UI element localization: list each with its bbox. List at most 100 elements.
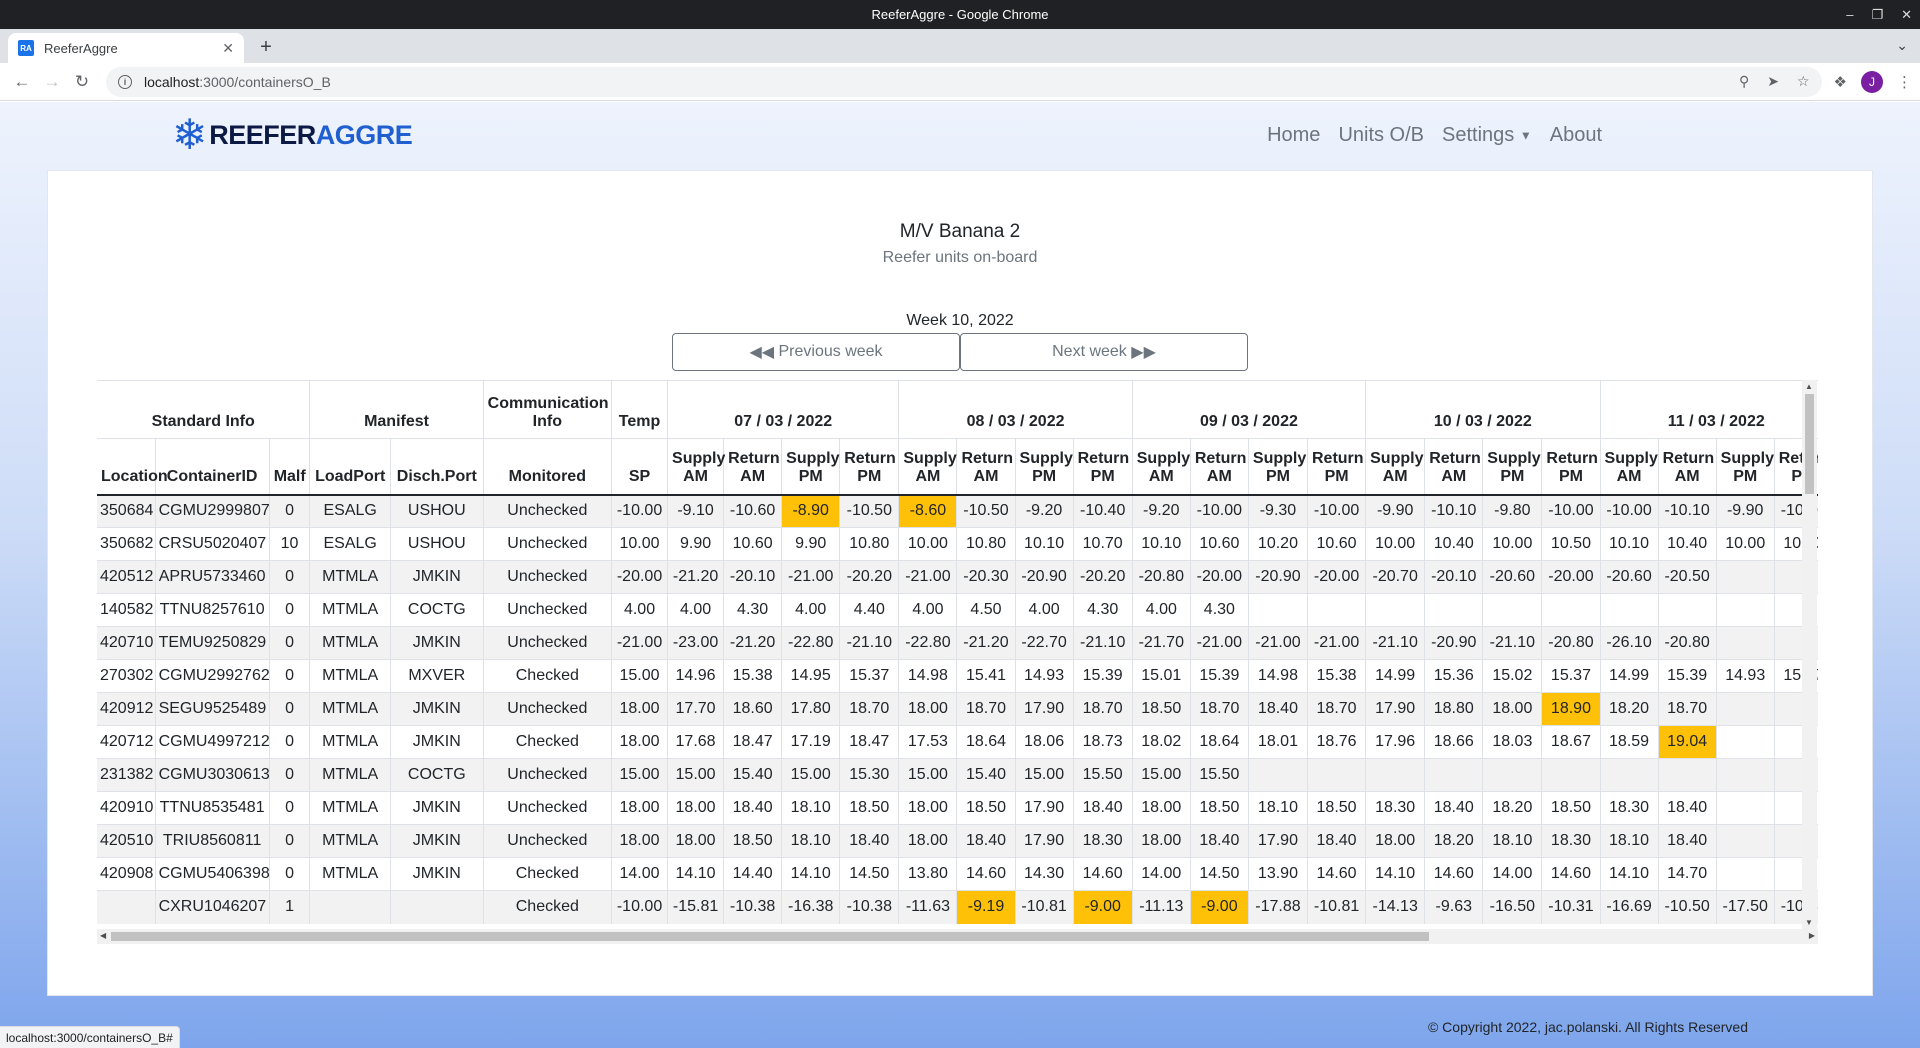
table-cell: 420510 <box>97 824 156 858</box>
profile-avatar[interactable]: J <box>1861 70 1883 93</box>
reading-header-line2: PM <box>857 467 882 485</box>
vertical-scrollbar[interactable]: ▲ ▼ <box>1802 380 1817 929</box>
back-icon[interactable]: ← <box>8 68 36 96</box>
horizontal-scrollbar[interactable]: ◀ ▶ <box>97 929 1818 944</box>
table-row[interactable]: 420712 CGMU4997212 0 MTMLA JMKIN Checked 18.00… <box>97 725 1818 759</box>
table-cell: -26.10 <box>1600 626 1659 660</box>
table-cell: -9.90 <box>1365 494 1426 528</box>
brand-part1: REEFER <box>209 119 316 150</box>
tab-close-icon[interactable]: ✕ <box>222 40 234 57</box>
reading-header-line2: PM <box>1733 467 1758 485</box>
horizontal-scroll-thumb[interactable] <box>111 932 1429 941</box>
reading-header-line2: AM <box>740 467 766 485</box>
nav-units[interactable]: Units O/B <box>1338 124 1424 147</box>
week-navigation: ◀◀ Previous week Next week ▶▶ <box>672 333 1248 371</box>
table-cell: Unchecked <box>483 626 613 660</box>
table-cell <box>1365 758 1426 792</box>
nav-settings[interactable]: Settings ▼ <box>1442 124 1532 147</box>
new-tab-icon[interactable]: + <box>252 33 280 61</box>
reading-column-header: Supply AM <box>898 438 958 496</box>
table-row[interactable]: 420710 TEMU9250829 0 MTMLA JMKIN Unchecked -21… <box>97 626 1818 660</box>
reading-column-header: Return AM <box>1190 438 1249 496</box>
next-week-button[interactable]: Next week ▶▶ <box>960 333 1248 371</box>
table-row[interactable]: CXRU1046207 1 Checked -10.00 -15.81 -10.38 -16… <box>97 890 1818 924</box>
table-cell: 18.70 <box>1307 692 1367 726</box>
table-cell: MTMLA <box>309 824 391 858</box>
reading-header-line1: Return <box>844 449 896 467</box>
browser-tab[interactable]: RA ReeferAggre ✕ <box>8 33 244 63</box>
table-row[interactable]: 231382 CGMU3030613 0 MTMLA COCTG Unchecked 15.… <box>97 758 1818 792</box>
brand-logo[interactable]: ❄ REEFERAGGRE <box>172 114 413 156</box>
reading-header-line1: Return <box>1662 449 1715 467</box>
scroll-right-icon[interactable]: ▶ <box>1809 931 1815 940</box>
send-icon[interactable]: ➤ <box>1767 73 1779 90</box>
minimize-icon[interactable]: – <box>1846 7 1853 22</box>
reading-column-header: ReturnPM <box>1307 438 1367 496</box>
table-cell: 0 <box>269 857 311 891</box>
tab-search-icon[interactable]: ⌄ <box>1896 37 1908 54</box>
scroll-up-icon[interactable]: ▲ <box>1805 382 1813 391</box>
table-row[interactable]: 420910 TTNU8535481 0 MTMLA JMKIN Unchecked 18.… <box>97 791 1818 825</box>
toolbar-right: ❖ J ⋮ <box>1834 70 1912 93</box>
nav-about[interactable]: About <box>1550 124 1602 147</box>
table-cell: -21.00 <box>1307 626 1367 660</box>
scroll-down-icon[interactable]: ▼ <box>1805 918 1813 927</box>
table-cell: -10.50 <box>956 494 1016 528</box>
table-row[interactable]: 140582 TTNU8257610 0 MTMLA COCTG Unchecked 4.0… <box>97 593 1818 627</box>
reading-header-line1: Supply <box>903 449 957 467</box>
nav-links: Home Units O/B Settings ▼ About <box>1267 124 1602 147</box>
table-cell: CRSU5020407 <box>155 527 270 561</box>
table-cell: 15.38 <box>723 659 783 693</box>
table-cell: -9.00 <box>1190 890 1249 924</box>
table-row[interactable]: 350684 CGMU2999807 0 ESALG USHOU Unchecked -10… <box>97 494 1818 528</box>
table-row[interactable]: 420510 TRIU8560811 0 MTMLA JMKIN Unchecked 18.… <box>97 824 1818 858</box>
reading-header-line2: AM <box>1148 467 1174 485</box>
reading-header-line2: AM <box>1674 467 1700 485</box>
table-row[interactable]: 420512 APRU5733460 0 MTMLA JMKIN Unchecked -20… <box>97 560 1818 594</box>
previous-week-button[interactable]: ◀◀ Previous week <box>672 333 960 371</box>
table-cell: 18.40 <box>1248 692 1309 726</box>
scroll-left-icon[interactable]: ◀ <box>100 931 106 940</box>
table-cell: -21.10 <box>839 626 900 660</box>
table-cell: 14.10 <box>781 857 841 891</box>
forward-icon[interactable]: → <box>38 68 66 96</box>
table-cell <box>1658 593 1717 627</box>
nav-home[interactable]: Home <box>1267 124 1320 147</box>
table-row[interactable]: 350682 CRSU5020407 10 ESALG USHOU Unchecked 10… <box>97 527 1818 561</box>
key-icon[interactable]: ⚲ <box>1739 73 1749 90</box>
table-cell: 9.90 <box>667 527 725 561</box>
table-cell: 4.00 <box>667 593 725 627</box>
table-row[interactable]: 420912 SEGU9525489 0 MTMLA JMKIN Unchecked 18.… <box>97 692 1818 726</box>
table-cell: 14.10 <box>1600 857 1659 891</box>
table-cell: 18.00 <box>1365 824 1426 858</box>
table-cell: -16.38 <box>781 890 841 924</box>
table-cell: 18.66 <box>1424 725 1484 759</box>
address-bar[interactable]: i localhost:3000/containersO_B ⚲ ➤ ☆ <box>106 66 1822 97</box>
menu-icon[interactable]: ⋮ <box>1897 73 1912 91</box>
table-cell: 17.96 <box>1365 725 1426 759</box>
table-cell: Unchecked <box>483 527 613 561</box>
table-cell <box>1248 758 1309 792</box>
table-cell: 14.30 <box>1015 857 1074 891</box>
vertical-scroll-thumb[interactable] <box>1805 394 1814 494</box>
extensions-icon[interactable]: ❖ <box>1834 73 1847 91</box>
table-cell: -10.00 <box>1600 494 1659 528</box>
table-cell: 420908 <box>97 857 156 891</box>
units-table-container[interactable]: Standard Info Manifest Communication Info… <box>97 380 1818 942</box>
table-cell: 18.70 <box>1073 692 1133 726</box>
restore-icon[interactable]: ❐ <box>1871 7 1883 23</box>
table-row[interactable]: 420908 CGMU5406398 0 MTMLA JMKIN Checked 14.00… <box>97 857 1818 891</box>
table-cell: 18.70 <box>839 692 900 726</box>
table-cell: 13.90 <box>1248 857 1309 891</box>
table-cell: -21.70 <box>1132 626 1191 660</box>
table-row[interactable]: 270302 CGMU2992762 0 MTMLA MXVER Checked 15.00… <box>97 659 1818 693</box>
close-window-icon[interactable]: ✕ <box>1901 7 1912 23</box>
reload-icon[interactable]: ↻ <box>68 68 96 96</box>
group-header-row: Standard Info Manifest Communication Info… <box>97 380 1818 439</box>
site-info-icon[interactable]: i <box>118 74 132 89</box>
bookmark-star-icon[interactable]: ☆ <box>1797 73 1810 90</box>
reading-header-line2: PM <box>798 467 823 485</box>
table-cell: -22.80 <box>898 626 958 660</box>
favicon-icon: RA <box>18 40 34 56</box>
reading-header-line2: PM <box>1558 467 1583 485</box>
